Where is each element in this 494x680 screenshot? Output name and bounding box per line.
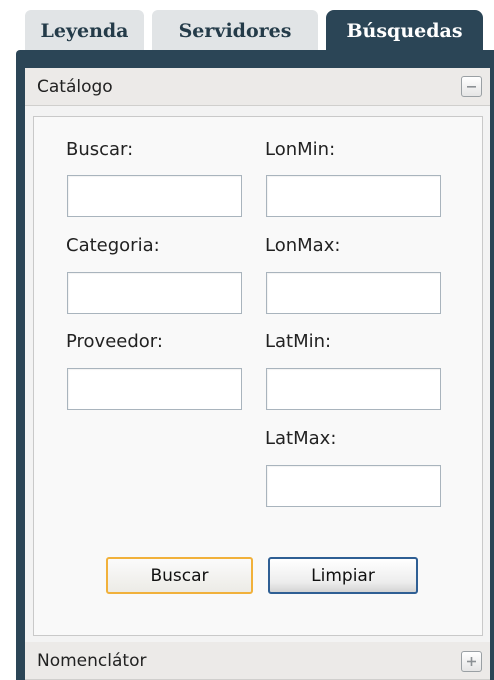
tab-servidores[interactable]: Servidores [152, 10, 318, 51]
tab-leyenda[interactable]: Leyenda [25, 10, 144, 51]
tab-label: Búsquedas [346, 19, 463, 42]
catalog-content: Buscar: Categoria: Proveedor: LonMin: Lo… [25, 106, 490, 642]
lonmax-input[interactable] [266, 272, 441, 314]
catalog-form: Buscar: Categoria: Proveedor: LonMin: Lo… [33, 116, 483, 636]
expand-plus-icon[interactable] [461, 651, 482, 672]
lonmax-label: LonMax: [265, 235, 341, 256]
search-panel: Leyenda Servidores Búsquedas Catálogo Bu… [0, 0, 494, 680]
latmax-label: LatMax: [265, 428, 337, 449]
proveedor-label: Proveedor: [66, 331, 163, 352]
tab-busquedas[interactable]: Búsquedas [326, 10, 483, 51]
collapse-minus-icon[interactable] [461, 76, 482, 97]
buscar-label: Buscar: [66, 139, 134, 160]
lonmin-input[interactable] [266, 175, 441, 217]
search-button[interactable]: Buscar [106, 557, 253, 594]
tab-label: Leyenda [40, 19, 129, 42]
latmin-label: LatMin: [265, 331, 332, 352]
latmax-input[interactable] [266, 465, 441, 507]
proveedor-input[interactable] [67, 368, 242, 410]
lonmin-label: LonMin: [265, 139, 336, 160]
buscar-input[interactable] [67, 175, 242, 217]
tab-bar: Leyenda Servidores Búsquedas [0, 0, 494, 51]
categoria-input[interactable] [67, 272, 242, 314]
clear-button[interactable]: Limpiar [268, 557, 418, 594]
tab-label: Servidores [178, 19, 292, 42]
clear-button-label: Limpiar [311, 565, 375, 586]
search-button-label: Buscar [150, 565, 209, 586]
gazetteer-title: Nomenclátor [37, 650, 147, 671]
gazetteer-header[interactable]: Nomenclátor [25, 642, 490, 680]
categoria-label: Categoria: [66, 235, 160, 256]
latmin-input[interactable] [266, 368, 441, 410]
catalog-header[interactable]: Catálogo [25, 68, 490, 106]
catalog-title: Catálogo [37, 76, 113, 97]
